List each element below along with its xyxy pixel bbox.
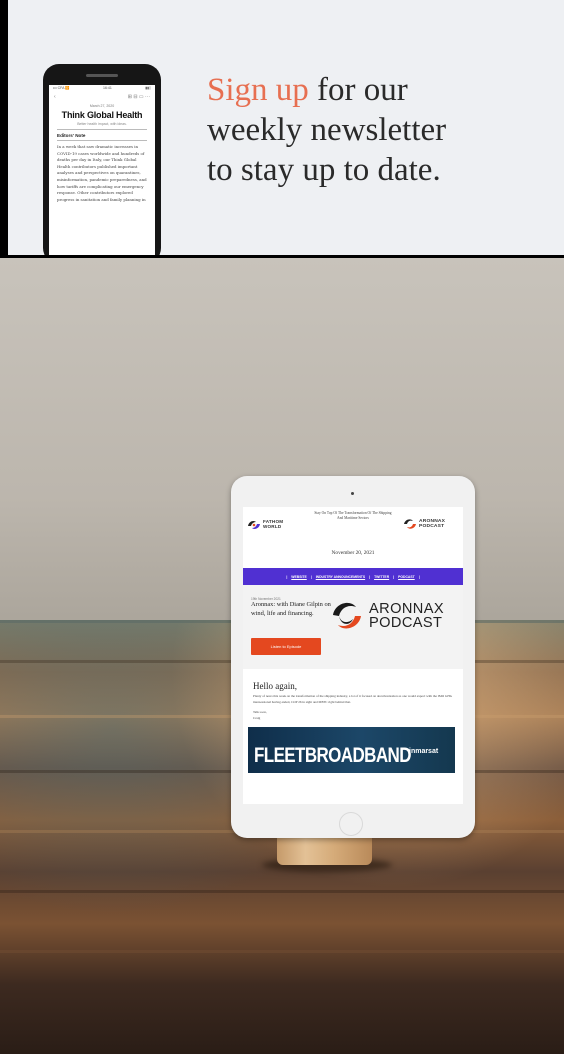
banner-headline: Sign up for our weekly newsletter to sta… bbox=[207, 70, 446, 190]
phone-status-carrier: ••• CFA 🛜 bbox=[53, 86, 70, 90]
email-nav-bar: | WEBSITE | INDUSTRY ANNOUNCEMENTS | TWI… bbox=[243, 568, 463, 585]
nav-link-industry-announcements[interactable]: INDUSTRY ANNOUNCEMENTS bbox=[316, 575, 365, 579]
headline-line-1-rest: for our bbox=[308, 72, 408, 108]
aronnax-logo-line-1: ARONNAX bbox=[369, 600, 444, 617]
phone-article-tagline: Better health impact, with ideas. bbox=[77, 122, 127, 126]
divider bbox=[57, 140, 147, 141]
phone-speaker bbox=[86, 74, 118, 77]
phone-status-battery: ▮▮▯ bbox=[145, 86, 151, 90]
email-greeting: Hello again, bbox=[253, 681, 297, 691]
listen-to-episode-button[interactable]: Listen to Episode bbox=[251, 638, 321, 655]
newsletter-signup-banner[interactable]: ••• CFA 🛜 16:41 ▮▮▯ ‹ ⊞ ⊟ ▭ ··· March 27… bbox=[8, 0, 564, 255]
nav-link-podcast[interactable]: PODCAST bbox=[398, 575, 415, 579]
phone-screen: ••• CFA 🛜 16:41 ▮▮▯ ‹ ⊞ ⊟ ▭ ··· March 27… bbox=[49, 85, 155, 255]
wood-grain bbox=[0, 890, 564, 893]
nav-link-twitter[interactable]: TWITTER bbox=[374, 575, 389, 579]
sign-up-link[interactable]: Sign up bbox=[207, 72, 309, 108]
feature-title[interactable]: Aronnax: with Diane Gilpin on wind, life… bbox=[251, 601, 331, 618]
phone-section-heading: Editors' Note bbox=[57, 133, 86, 138]
ad-partner-text: inmarsat bbox=[409, 748, 439, 755]
fathom-logo-icon bbox=[248, 521, 260, 529]
divider bbox=[57, 129, 147, 130]
aronnax-logo-text: ARONNAX PODCAST bbox=[419, 519, 446, 529]
phone-toolbar: ‹ ⊞ ⊟ ▭ ··· bbox=[49, 90, 155, 102]
phone-article-body: In a week that saw dramatic increases in… bbox=[57, 144, 147, 202]
page: ••• CFA 🛜 16:41 ▮▮▯ ‹ ⊞ ⊟ ▭ ··· March 27… bbox=[0, 0, 564, 1054]
home-button[interactable] bbox=[339, 812, 363, 836]
email-tagline: Stay On Top Of The Transformation Of The… bbox=[314, 511, 392, 521]
phone-mockup: ••• CFA 🛜 16:41 ▮▮▯ ‹ ⊞ ⊟ ▭ ··· March 27… bbox=[43, 64, 161, 255]
fathom-world-logo[interactable]: FATHOM WORLD bbox=[247, 519, 283, 531]
email-date: November 20, 2021 bbox=[331, 550, 375, 556]
tablet-screen: FATHOM WORLD Stay On Top Of The Transfor… bbox=[243, 507, 463, 804]
sign-off-name: Craig bbox=[253, 715, 261, 720]
email-body: Plenty of news this week on the transfor… bbox=[253, 694, 453, 704]
aronnax-logo-wordmark: ARONNAX PODCAST bbox=[369, 600, 444, 631]
wood-grain bbox=[0, 950, 564, 953]
aronnax-podcast-logo: ARONNAX PODCAST bbox=[330, 599, 444, 633]
phone-article-date: March 27, 2020 bbox=[89, 104, 115, 108]
podcast-feature: 19th November 2021 Aronnax: with Diane G… bbox=[243, 585, 463, 669]
headline-line-2: weekly newsletter bbox=[207, 112, 447, 148]
email-header: FATHOM WORLD Stay On Top Of The Transfor… bbox=[243, 507, 463, 546]
back-icon: ‹ bbox=[54, 94, 56, 100]
toolbar-icons: ⊞ ⊟ ▭ ··· bbox=[127, 94, 150, 100]
aronnax-logo-small[interactable]: ARONNAX PODCAST bbox=[403, 518, 445, 530]
aronnax-logo-icon bbox=[333, 602, 361, 629]
phone-status-time: 16:41 bbox=[103, 86, 112, 90]
fleetbroadband-ad-banner[interactable]: FLEETBROADBAND inmarsat bbox=[248, 727, 455, 773]
email-sign-off: Talk soon, Craig bbox=[253, 710, 453, 721]
headline-line-1: Sign up for our bbox=[207, 70, 446, 110]
tablet-device: FATHOM WORLD Stay On Top Of The Transfor… bbox=[231, 476, 475, 838]
ad-brand-text: FLEETBROADBAND bbox=[254, 743, 411, 767]
camera-icon bbox=[351, 492, 354, 495]
aronnax-logo-icon bbox=[404, 519, 416, 529]
phone-article-title: Think Global Health bbox=[61, 110, 143, 120]
aronnax-logo-line-2: PODCAST bbox=[369, 615, 443, 631]
headline-line-3: to stay up to date. bbox=[207, 152, 441, 188]
fathom-logo-text: FATHOM WORLD bbox=[263, 519, 284, 529]
nav-link-website[interactable]: WEBSITE bbox=[291, 575, 306, 579]
